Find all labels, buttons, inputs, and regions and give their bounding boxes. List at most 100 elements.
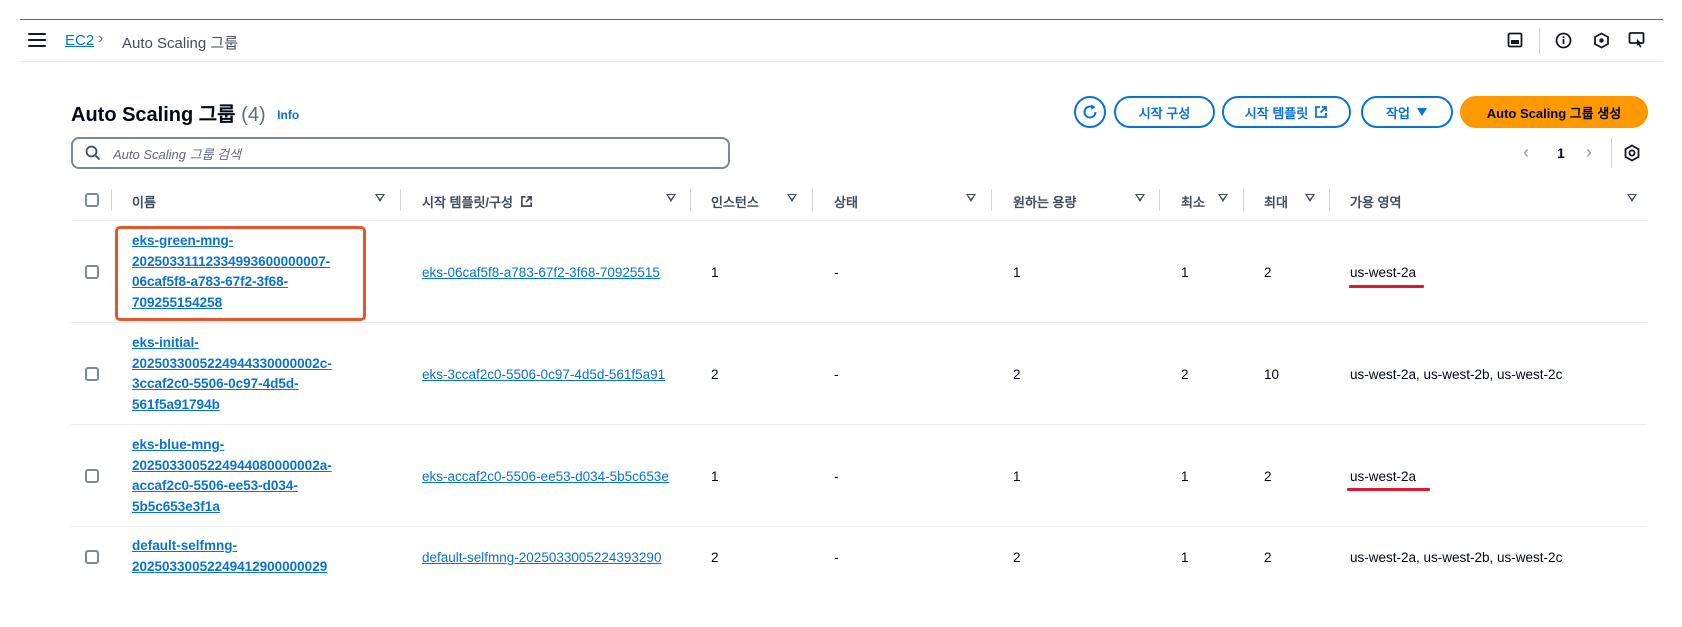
page-title-text: Auto Scaling 그룹 xyxy=(71,104,236,126)
sort-icon[interactable] xyxy=(966,194,976,202)
column-separator xyxy=(1243,189,1244,211)
launch-template-link[interactable]: eks-accaf2c0-5506-ee53-d034-5b5c653e xyxy=(422,469,669,484)
annotation-underline xyxy=(1349,285,1424,288)
sort-icon[interactable] xyxy=(1627,194,1637,202)
page-title: Auto Scaling 그룹 (4) Info xyxy=(71,98,299,127)
instances-cell: 1 xyxy=(711,265,719,280)
row-checkbox[interactable] xyxy=(85,469,99,483)
column-header-desired[interactable]: 원하는 용량 xyxy=(1013,192,1076,211)
chevron-right-icon[interactable]: › xyxy=(1586,142,1592,163)
external-link-icon xyxy=(1315,106,1328,118)
actions-dropdown[interactable]: 작업 xyxy=(1361,96,1453,128)
sort-icon[interactable] xyxy=(1135,194,1145,202)
select-all-checkbox[interactable] xyxy=(85,193,99,207)
row-checkbox[interactable] xyxy=(85,265,99,279)
status-cell: - xyxy=(834,265,839,280)
refresh-button[interactable] xyxy=(1074,96,1106,128)
actions-label: 작업 xyxy=(1386,105,1410,121)
row-checkbox[interactable] xyxy=(85,550,99,564)
top-navigation: EC2 › Auto Scaling 그룹 xyxy=(20,19,1663,62)
max-cell: 2 xyxy=(1264,550,1272,565)
annotation-underline xyxy=(1347,488,1430,491)
availability-zones-cell: us-west-2a xyxy=(1350,265,1417,280)
sort-icon[interactable] xyxy=(1305,194,1315,202)
column-separator xyxy=(1329,189,1330,211)
row-checkbox[interactable] xyxy=(85,367,99,381)
launch-template-link[interactable]: eks-3ccaf2c0-5506-0c97-4d5d-561f5a91 xyxy=(422,367,665,382)
status-cell: - xyxy=(834,367,839,382)
column-header-template[interactable]: 시작 템플릿/구성 xyxy=(422,192,533,211)
row-divider xyxy=(71,322,1647,323)
caret-down-icon xyxy=(1416,108,1427,116)
column-header-name[interactable]: 이름 xyxy=(132,192,156,211)
column-separator xyxy=(690,189,691,211)
desired-capacity-cell: 1 xyxy=(1013,469,1021,484)
sort-icon[interactable] xyxy=(666,194,676,202)
launch-template-button[interactable]: 시작 템플릿 xyxy=(1222,96,1351,128)
column-header-min[interactable]: 최소 xyxy=(1181,192,1205,211)
search-box[interactable] xyxy=(71,137,730,169)
column-header-max[interactable]: 최대 xyxy=(1264,192,1288,211)
panel-icon[interactable] xyxy=(1505,30,1525,50)
page-number[interactable]: 1 xyxy=(1557,145,1565,161)
search-icon xyxy=(85,145,101,161)
max-cell: 2 xyxy=(1264,469,1272,484)
search-input[interactable] xyxy=(111,142,715,166)
chevron-right-icon: › xyxy=(98,30,104,47)
create-label: Auto Scaling 그룹 생성 xyxy=(1486,105,1622,121)
menu-icon[interactable] xyxy=(28,33,46,47)
row-divider xyxy=(71,526,1647,527)
column-header-availability-zones[interactable]: 가용 영역 xyxy=(1350,192,1401,211)
max-cell: 2 xyxy=(1264,265,1272,280)
status-cell: - xyxy=(834,469,839,484)
group-count: (4) xyxy=(241,104,266,126)
toolbar-divider xyxy=(1539,28,1540,54)
column-header-status[interactable]: 상태 xyxy=(834,192,858,211)
breadcrumb-ec2[interactable]: EC2 xyxy=(65,32,94,49)
launch-template-link[interactable]: eks-06caf5f8-a783-67f2-3f68-70925515 xyxy=(422,265,660,280)
breadcrumb-current: Auto Scaling 그룹 xyxy=(122,35,238,52)
settings-icon[interactable] xyxy=(1623,144,1641,162)
availability-zones-cell: us-west-2a, us-west-2b, us-west-2c xyxy=(1350,550,1563,565)
launch-configuration-label: 시작 구성 xyxy=(1138,105,1191,121)
column-separator xyxy=(111,189,112,211)
instances-cell: 2 xyxy=(711,367,719,382)
desired-capacity-cell: 1 xyxy=(1013,265,1021,280)
asg-name-link[interactable]: default-selfmng- 20250330052249412900000… xyxy=(132,536,372,577)
row-divider xyxy=(71,424,1647,425)
instances-cell: 2 xyxy=(711,550,719,565)
column-separator xyxy=(1159,189,1160,211)
create-auto-scaling-group-button[interactable]: Auto Scaling 그룹 생성 xyxy=(1460,96,1648,128)
external-link-icon xyxy=(520,196,532,207)
column-separator xyxy=(400,189,401,211)
annotation-highlight-box xyxy=(115,226,366,321)
launch-configuration-button[interactable]: 시작 구성 xyxy=(1114,96,1215,128)
min-cell: 2 xyxy=(1181,367,1189,382)
launch-template-link[interactable]: default-selfmng-2025033005224393290 xyxy=(422,550,661,565)
column-separator xyxy=(812,189,813,211)
refresh-icon xyxy=(1083,104,1097,119)
feedback-icon[interactable] xyxy=(1627,30,1647,50)
column-separator xyxy=(991,189,992,211)
notifications-icon[interactable] xyxy=(1591,30,1611,50)
chevron-left-icon[interactable]: ‹ xyxy=(1523,142,1529,163)
sort-icon[interactable] xyxy=(787,194,797,202)
info-circle-icon[interactable] xyxy=(1553,30,1573,50)
desired-capacity-cell: 2 xyxy=(1013,367,1021,382)
sort-icon[interactable] xyxy=(375,194,385,202)
max-cell: 10 xyxy=(1264,367,1280,382)
min-cell: 1 xyxy=(1181,469,1189,484)
min-cell: 1 xyxy=(1181,550,1189,565)
status-cell: - xyxy=(834,550,839,565)
min-cell: 1 xyxy=(1181,265,1189,280)
asg-name-link[interactable]: eks-initial- 2025033005224944330000002c-… xyxy=(132,333,372,415)
column-header-template-label: 시작 템플릿/구성 xyxy=(422,195,513,210)
info-link[interactable]: Info xyxy=(277,108,299,122)
sort-icon[interactable] xyxy=(1218,194,1228,202)
pagination-divider xyxy=(1611,138,1612,168)
asg-name-link[interactable]: eks-blue-mng- 2025033005224944080000002a… xyxy=(132,435,372,517)
header-divider xyxy=(71,220,1647,221)
availability-zones-cell: us-west-2a xyxy=(1350,469,1417,484)
column-header-instances[interactable]: 인스턴스 xyxy=(711,192,759,211)
desired-capacity-cell: 2 xyxy=(1013,550,1021,565)
